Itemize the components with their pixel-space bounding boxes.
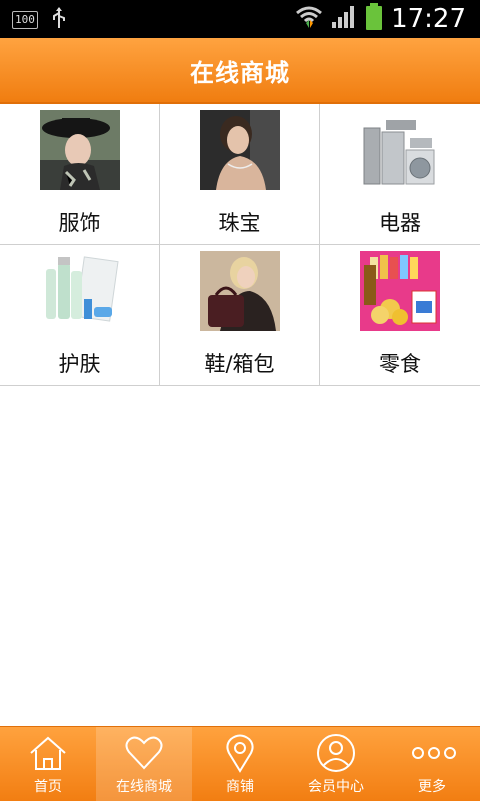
home-icon [30, 736, 66, 770]
user-icon [317, 734, 355, 772]
category-grid: 服饰 珠宝 电器 护肤 鞋/箱包 零食 [0, 104, 480, 386]
status-bar: 100 17:27 [0, 0, 480, 38]
category-skincare[interactable]: 护肤 [0, 245, 160, 385]
signal-icon [331, 5, 357, 33]
category-fashion[interactable]: 服饰 [0, 104, 160, 244]
category-row: 服饰 珠宝 电器 [0, 104, 480, 245]
clock: 17:27 [391, 4, 466, 34]
tab-label: 首页 [34, 779, 62, 795]
skincare-photo [40, 251, 120, 331]
heart-icon [125, 736, 163, 770]
bottom-tab-bar: 首页 在线商城 商铺 会员中心 更多 [0, 726, 480, 801]
category-jewelry[interactable]: 珠宝 [160, 104, 320, 244]
more-dots-icon [412, 747, 456, 759]
category-appliances[interactable]: 电器 [320, 104, 480, 244]
tab-home[interactable]: 首页 [0, 727, 96, 801]
category-row: 护肤 鞋/箱包 零食 [0, 245, 480, 386]
battery-icon [365, 3, 383, 35]
category-label: 零食 [379, 352, 421, 376]
battery-percent-icon: 100 [12, 11, 38, 29]
app-header: 在线商城 [0, 38, 480, 104]
jewelry-photo [200, 110, 280, 190]
category-label: 鞋/箱包 [204, 352, 275, 376]
snacks-photo [360, 251, 440, 331]
fashion-photo [40, 110, 120, 190]
wifi-icon [295, 4, 323, 34]
tab-more[interactable]: 更多 [384, 727, 480, 801]
location-pin-icon [226, 734, 254, 773]
tab-label: 更多 [418, 779, 446, 795]
category-label: 电器 [379, 211, 421, 235]
appliances-photo [360, 110, 440, 190]
category-label: 珠宝 [218, 211, 261, 235]
tab-shops[interactable]: 商铺 [192, 727, 288, 801]
bags-photo [200, 251, 280, 331]
tab-label: 会员中心 [308, 779, 364, 795]
page-title: 在线商城 [190, 58, 290, 87]
category-label: 护肤 [58, 352, 101, 376]
category-label: 服饰 [58, 211, 101, 235]
tab-member-center[interactable]: 会员中心 [288, 727, 384, 801]
category-snacks[interactable]: 零食 [320, 245, 480, 385]
usb-icon [52, 7, 66, 33]
tab-online-mall[interactable]: 在线商城 [96, 727, 192, 801]
category-bags[interactable]: 鞋/箱包 [160, 245, 320, 385]
tab-label: 在线商城 [116, 779, 172, 795]
tab-label: 商铺 [226, 779, 254, 795]
